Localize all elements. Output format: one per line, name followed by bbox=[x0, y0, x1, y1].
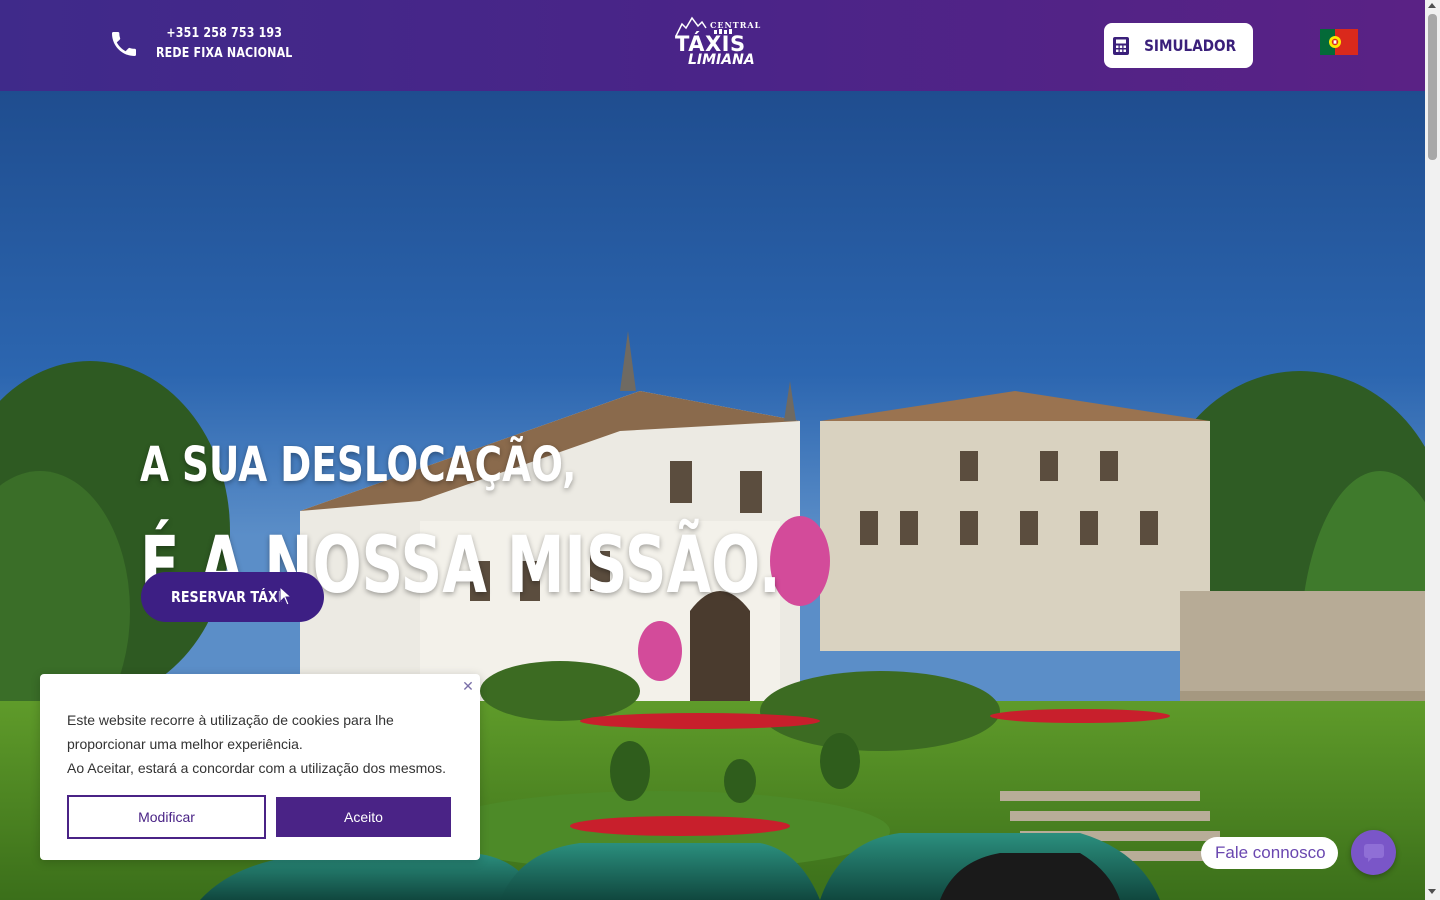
close-icon[interactable]: ✕ bbox=[460, 678, 476, 694]
phone-contact[interactable]: +351 258 753 193 REDE FIXA NACIONAL bbox=[108, 24, 317, 64]
chat-bubble-icon bbox=[1363, 843, 1384, 862]
scroll-up-arrow-icon[interactable] bbox=[1428, 3, 1436, 8]
scrollbar-thumb[interactable] bbox=[1428, 14, 1437, 160]
reserve-taxi-label: RESERVAR TÁXI bbox=[171, 588, 283, 606]
phone-caption: REDE FIXA NACIONAL bbox=[156, 46, 293, 61]
site-logo[interactable]: CENTRAL TÁXIS LIMIANA bbox=[672, 10, 762, 72]
logo-limiana-text: LIMIANA bbox=[688, 52, 755, 68]
scroll-down-arrow-icon[interactable] bbox=[1428, 889, 1436, 894]
cookie-text-line1: Este website recorre à utilização de coo… bbox=[67, 712, 394, 752]
site-header: +351 258 753 193 REDE FIXA NACIONAL CENT… bbox=[0, 0, 1425, 91]
calculator-icon bbox=[1113, 36, 1130, 55]
phone-text: +351 258 753 193 REDE FIXA NACIONAL bbox=[156, 24, 293, 64]
contact-widget-label[interactable]: Fale connosco bbox=[1201, 837, 1338, 869]
cookie-banner: ✕ Este website recorre à utilização de c… bbox=[40, 674, 480, 860]
cookie-accept-button[interactable]: Aceito bbox=[276, 797, 451, 837]
page-scrollbar[interactable] bbox=[1425, 0, 1440, 900]
portugal-flag-icon[interactable] bbox=[1320, 29, 1358, 55]
phone-icon bbox=[112, 32, 136, 56]
chat-button[interactable] bbox=[1351, 830, 1396, 875]
phone-number[interactable]: +351 258 753 193 bbox=[156, 24, 293, 44]
cookie-modify-button[interactable]: Modificar bbox=[67, 795, 266, 839]
simulator-button[interactable]: SIMULADOR bbox=[1104, 23, 1253, 68]
reserve-taxi-button[interactable]: RESERVAR TÁXI bbox=[141, 572, 324, 622]
cookie-text-line2: Ao Aceitar, estará a concordar com a uti… bbox=[67, 760, 446, 776]
logo-central-text: CENTRAL bbox=[710, 20, 762, 30]
pointer-cursor-icon bbox=[279, 586, 293, 606]
cookie-text: Este website recorre à utilização de coo… bbox=[67, 708, 467, 780]
simulator-label: SIMULADOR bbox=[1144, 36, 1237, 55]
hero-title-line1: A SUA DESLOCAÇÃO, bbox=[140, 437, 577, 493]
